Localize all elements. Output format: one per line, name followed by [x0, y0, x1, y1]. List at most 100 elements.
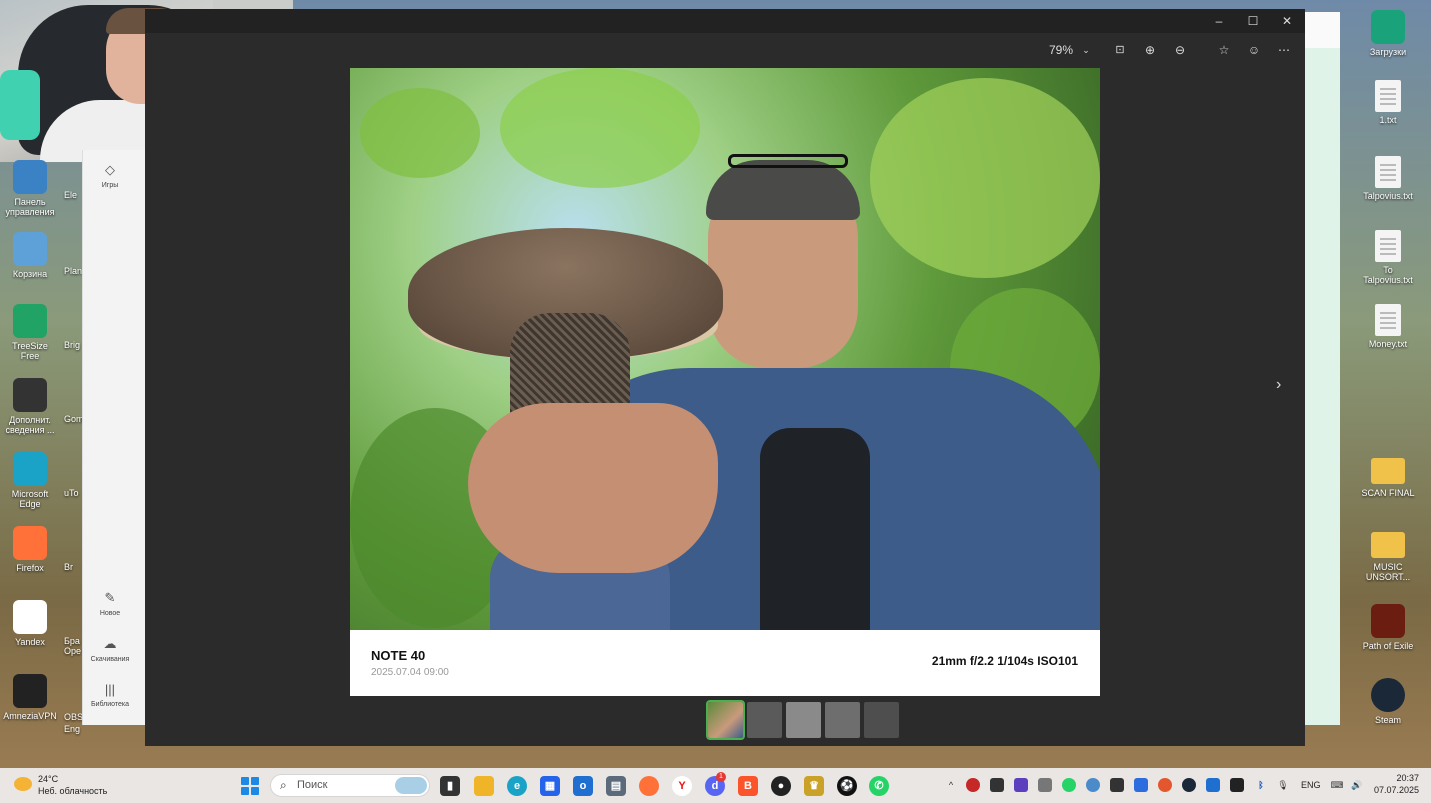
sidebar-item-games[interactable]: ◇ Игры [83, 162, 137, 189]
capture-datetime: 2025.07.04 09:00 [371, 667, 449, 678]
emoji-feedback-icon[interactable]: ☺ [1245, 41, 1263, 59]
desktop-icon[interactable]: Talpovius.txt [1360, 156, 1416, 201]
game-taskbar-icon[interactable]: ♛ [804, 776, 824, 796]
sidebar-item-library-label: Библиотека [90, 701, 130, 708]
sidebar-item-library[interactable]: ||| Библиотека [83, 682, 137, 708]
brave-taskbar-icon[interactable]: B [738, 776, 758, 796]
minimize-button[interactable]: – [1207, 13, 1231, 29]
yandex-taskbar-icon[interactable]: Y [672, 776, 692, 796]
info-icon [13, 378, 47, 412]
tray-app-icon-3[interactable] [1014, 778, 1028, 792]
maximize-button[interactable]: ☐ [1241, 13, 1265, 29]
zoom-out-icon[interactable]: ⊖ [1171, 41, 1189, 59]
store-sidebar-window: ◇ Игры ✎ Новое ☁ Скачивания ||| Библиоте… [82, 150, 158, 725]
taskbar-search[interactable]: ⌕ Поиск [270, 774, 430, 797]
edge-taskbar-icon[interactable]: e [507, 776, 527, 796]
downloads-icon [1371, 10, 1405, 44]
desktop-icon-label: Path of Exile [1362, 641, 1414, 651]
firefox-taskbar-icon[interactable] [639, 776, 659, 796]
desktop-icon-label: SCAN FINAL [1361, 488, 1415, 498]
desktop-icon[interactable]: Загрузки [1360, 10, 1416, 57]
microphone-icon[interactable]: 🎙 [1276, 778, 1290, 792]
zoom-dropdown-chevron-icon[interactable]: ⌄ [1079, 41, 1093, 59]
library-icon: ||| [104, 682, 116, 697]
tray-app-icon-9[interactable] [1206, 778, 1220, 792]
photo-frame: NOTE 40 2025.07.04 09:00 21mm f/2.2 1/10… [350, 68, 1100, 696]
favorite-star-icon[interactable]: ☆ [1215, 41, 1233, 59]
sidebar-item-games-label: Игры [101, 182, 119, 189]
tray-app-icon-5[interactable] [1086, 778, 1100, 792]
weather-description: Неб. облачность [38, 786, 108, 796]
tray-steam-icon[interactable] [1182, 778, 1196, 792]
task-view-icon[interactable]: ▮ [440, 776, 460, 796]
recycle-bin-icon [13, 232, 47, 266]
desktop-icon[interactable]: To Talpovius.txt [1360, 230, 1416, 285]
desktop-icon[interactable]: SCAN FINAL [1360, 454, 1416, 498]
more-options-icon[interactable]: ⋯ [1275, 41, 1293, 59]
viewer-toolbar: 79% ⌄ ⊡ ⊕ ⊖ ☆ ☺ ⋯ [145, 37, 1305, 63]
desktop-icon-label-partial[interactable]: Eng [50, 724, 90, 734]
text-file-icon [1375, 80, 1401, 112]
desktop-icon[interactable]: Path of Exile [1360, 604, 1416, 651]
desktop-icon[interactable]: 1.txt [1360, 80, 1416, 125]
volume-icon[interactable]: 🔊 [1350, 778, 1364, 792]
thumbnail[interactable] [747, 702, 782, 738]
tray-app-icon-8[interactable] [1158, 778, 1172, 792]
control-panel-icon [13, 160, 47, 194]
desktop-icon[interactable]: Дополнит. сведения ... [2, 378, 58, 435]
file-explorer-icon[interactable] [474, 776, 494, 796]
gamepad-icon: ◇ [105, 162, 115, 177]
desktop-icon-label: Money.txt [1368, 339, 1408, 349]
thumbnail[interactable] [786, 702, 821, 738]
taskbar-clock[interactable]: 20:37 07.07.2025 [1373, 772, 1419, 796]
desktop-icon[interactable]: Microsoft Edge [2, 452, 58, 509]
thumbnail[interactable] [706, 700, 745, 740]
calculator-taskbar-icon[interactable]: ▤ [606, 776, 626, 796]
show-hidden-icons-chevron-icon[interactable]: ^ [944, 778, 958, 792]
zoom-level[interactable]: 79% [1045, 41, 1077, 59]
webcam-chair-accent [0, 70, 40, 140]
sidebar-item-downloads-label: Скачивания [90, 656, 130, 663]
tray-app-icon-10[interactable] [1230, 778, 1244, 792]
photo-viewer-window: – ☐ ✕ 79% ⌄ ⊡ ⊕ ⊖ ☆ ☺ ⋯ NOTE 40 2025.07.… [145, 9, 1305, 746]
actual-size-icon[interactable]: ⊡ [1111, 41, 1129, 59]
sidebar-item-downloads[interactable]: ☁ Скачивания [83, 636, 137, 663]
photo-image[interactable] [350, 68, 1100, 630]
tray-app-icon-4[interactable] [1038, 778, 1052, 792]
poe-icon [1371, 604, 1405, 638]
tray-whatsapp-icon[interactable] [1062, 778, 1076, 792]
thumbnail[interactable] [864, 702, 899, 738]
amnezia-icon [13, 674, 47, 708]
desktop-icon[interactable]: MUSIC UNSORT... [1360, 528, 1416, 582]
network-icon[interactable]: ⌨ [1330, 778, 1344, 792]
tray-app-icon-2[interactable] [990, 778, 1004, 792]
sidebar-item-new[interactable]: ✎ Новое [83, 590, 137, 617]
next-photo-chevron-icon[interactable]: › [1276, 376, 1281, 394]
tray-app-icon-1[interactable] [966, 778, 980, 792]
obs-taskbar-icon[interactable]: ● [771, 776, 791, 796]
store-taskbar-icon[interactable]: ▦ [540, 776, 560, 796]
text-file-icon [1375, 304, 1401, 336]
weather-sun-icon [14, 777, 32, 791]
desktop-icon[interactable]: Money.txt [1360, 304, 1416, 349]
text-file-icon [1375, 230, 1401, 262]
desktop-icon[interactable]: TreeSize Free [2, 304, 58, 361]
language-indicator[interactable]: ENG [1301, 780, 1321, 790]
zoom-in-icon[interactable]: ⊕ [1141, 41, 1159, 59]
thumbnail[interactable] [825, 702, 860, 738]
yandex-icon [13, 600, 47, 634]
steam-icon [1371, 678, 1405, 712]
sparkle-icon: ✎ [104, 590, 116, 605]
photo-watermark-caption: NOTE 40 2025.07.04 09:00 21mm f/2.2 1/10… [350, 630, 1100, 696]
close-button[interactable]: ✕ [1275, 13, 1299, 29]
photo-hand [468, 403, 718, 573]
soccer-app-taskbar-icon[interactable]: ⚽ [837, 776, 857, 796]
tray-app-icon-7[interactable] [1134, 778, 1148, 792]
start-button[interactable] [241, 777, 259, 795]
whatsapp-taskbar-icon[interactable]: ✆ [869, 776, 889, 796]
bluetooth-icon[interactable]: ᛒ [1254, 778, 1268, 792]
outlook-taskbar-icon[interactable]: o [573, 776, 593, 796]
tray-app-icon-6[interactable] [1110, 778, 1124, 792]
desktop-icon[interactable]: Steam [1360, 678, 1416, 725]
desktop-icon[interactable]: Панель управления [2, 160, 58, 217]
